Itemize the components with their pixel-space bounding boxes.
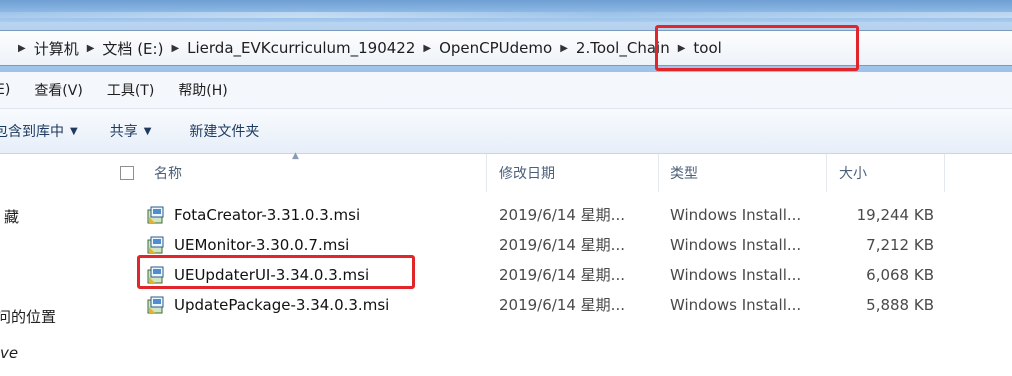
msi-installer-icon xyxy=(147,236,164,254)
breadcrumb-drive-e[interactable]: 文档 (E:) xyxy=(102,38,163,59)
column-divider[interactable] xyxy=(486,154,487,192)
file-name: UEMonitor-3.30.0.7.msi xyxy=(174,236,350,254)
nav-item-favorites[interactable]: 藏 xyxy=(4,206,19,227)
new-folder-button[interactable]: 新建文件夹 xyxy=(189,121,259,141)
menu-edit[interactable]: E) xyxy=(0,82,10,98)
include-in-library-button[interactable]: 包含到库中 ▼ xyxy=(0,121,78,141)
column-header-date[interactable]: 修改日期 xyxy=(499,154,555,192)
breadcrumb-computer[interactable]: 计算机 xyxy=(34,38,79,59)
annotation-box-file xyxy=(137,255,415,289)
breadcrumb-opencpudemo[interactable]: OpenCPUdemo xyxy=(439,39,552,57)
file-type: Windows Install... xyxy=(670,266,802,284)
nav-item-recent-places[interactable]: 问的位置 xyxy=(0,306,56,327)
chevron-down-icon: ▼ xyxy=(143,125,152,137)
column-divider[interactable] xyxy=(658,154,659,192)
file-size: 7,212 KB xyxy=(866,236,934,254)
table-row[interactable]: FotaCreator-3.31.0.3.msi 2019/6/14 星期...… xyxy=(138,203,978,227)
share-label: 共享 xyxy=(109,124,138,140)
breadcrumb-lierda[interactable]: Lierda_EVKcurriculum_190422 xyxy=(187,39,415,57)
column-divider[interactable] xyxy=(826,154,827,192)
triangle-right-icon[interactable]: ▶ xyxy=(423,43,431,54)
chevron-down-icon: ▼ xyxy=(70,125,78,137)
file-type: Windows Install... xyxy=(670,206,802,224)
navigation-pane: 藏 问的位置 ve xyxy=(0,154,108,376)
include-label: 包含到库中 xyxy=(0,124,64,140)
window-frame xyxy=(0,0,1012,22)
command-bar: 包含到库中 ▼ 共享 ▼ 新建文件夹 xyxy=(0,109,1012,154)
menu-view[interactable]: 查看(V) xyxy=(34,80,83,100)
select-all-checkbox[interactable] xyxy=(120,166,134,180)
file-date: 2019/6/14 星期... xyxy=(499,236,625,254)
sort-arrow-icon: ▲ xyxy=(292,151,299,161)
msi-installer-icon xyxy=(147,296,164,314)
column-header-type[interactable]: 类型 xyxy=(670,154,698,192)
menu-tools[interactable]: 工具(T) xyxy=(107,80,154,100)
address-bar-area: ▶ 计算机 ▶ 文档 (E:) ▶ Lierda_EVKcurriculum_1… xyxy=(0,22,1012,72)
triangle-right-icon[interactable]: ▶ xyxy=(171,43,179,54)
annotation-box-path xyxy=(655,25,859,71)
msi-installer-icon xyxy=(147,206,164,224)
file-size: 19,244 KB xyxy=(856,206,934,224)
table-row[interactable]: UpdatePackage-3.34.0.3.msi 2019/6/14 星期.… xyxy=(138,293,978,317)
file-size: 5,888 KB xyxy=(866,296,934,314)
nav-item-drive[interactable]: ve xyxy=(0,344,18,362)
triangle-right-icon[interactable]: ▶ xyxy=(560,43,568,54)
file-type: Windows Install... xyxy=(670,296,802,314)
menu-help[interactable]: 帮助(H) xyxy=(178,80,227,100)
share-button[interactable]: 共享 ▼ xyxy=(110,121,152,141)
triangle-right-icon[interactable]: ▶ xyxy=(18,43,26,54)
file-type: Windows Install... xyxy=(670,236,802,254)
file-date: 2019/6/14 星期... xyxy=(499,266,625,284)
file-size: 6,068 KB xyxy=(866,266,934,284)
column-header-size[interactable]: 大小 xyxy=(839,154,867,192)
file-date: 2019/6/14 星期... xyxy=(499,206,625,224)
menu-bar: E) 查看(V) 工具(T) 帮助(H) xyxy=(0,72,1012,109)
new-folder-label: 新建文件夹 xyxy=(189,124,260,140)
file-name: FotaCreator-3.31.0.3.msi xyxy=(174,206,361,224)
triangle-right-icon[interactable]: ▶ xyxy=(87,43,95,54)
table-row[interactable]: UEMonitor-3.30.0.7.msi 2019/6/14 星期... W… xyxy=(138,233,978,257)
file-date: 2019/6/14 星期... xyxy=(499,296,625,314)
column-divider[interactable] xyxy=(944,154,945,192)
address-bar[interactable]: ▶ 计算机 ▶ 文档 (E:) ▶ Lierda_EVKcurriculum_1… xyxy=(0,30,1012,66)
file-name: UpdatePackage-3.34.0.3.msi xyxy=(174,296,390,314)
breadcrumb: ▶ 计算机 ▶ 文档 (E:) ▶ Lierda_EVKcurriculum_1… xyxy=(10,31,722,65)
column-header-name[interactable]: 名称 xyxy=(154,154,182,192)
